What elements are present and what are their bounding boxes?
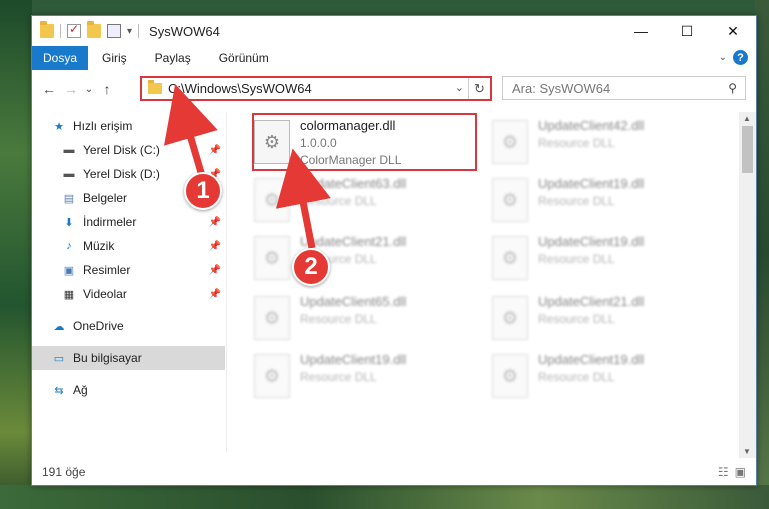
step-badge-1: 1 [184, 172, 222, 210]
annotation-arrows [163, 84, 331, 249]
arrow-to-address-bar [163, 84, 218, 177]
step-badge-2: 2 [292, 248, 330, 286]
arrow-to-file [275, 148, 331, 249]
